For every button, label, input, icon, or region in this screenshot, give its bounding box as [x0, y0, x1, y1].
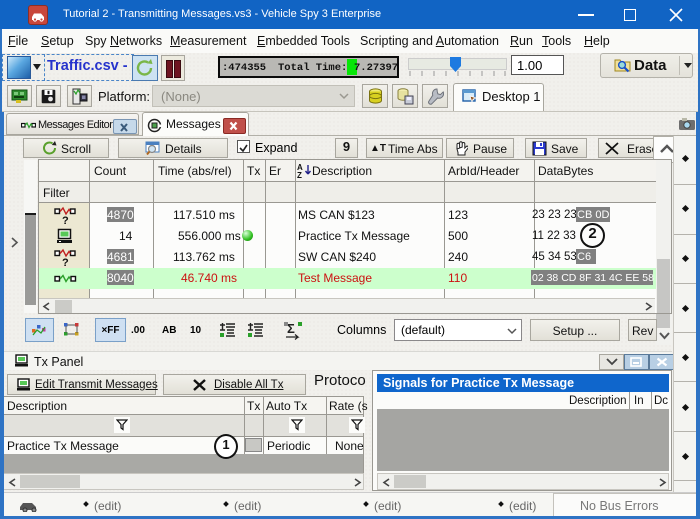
svg-text:?: ?	[62, 215, 69, 225]
svg-text:Z: Z	[297, 171, 302, 179]
svg-text:?: ?	[62, 257, 69, 267]
svg-text:Σ: Σ	[287, 321, 295, 336]
